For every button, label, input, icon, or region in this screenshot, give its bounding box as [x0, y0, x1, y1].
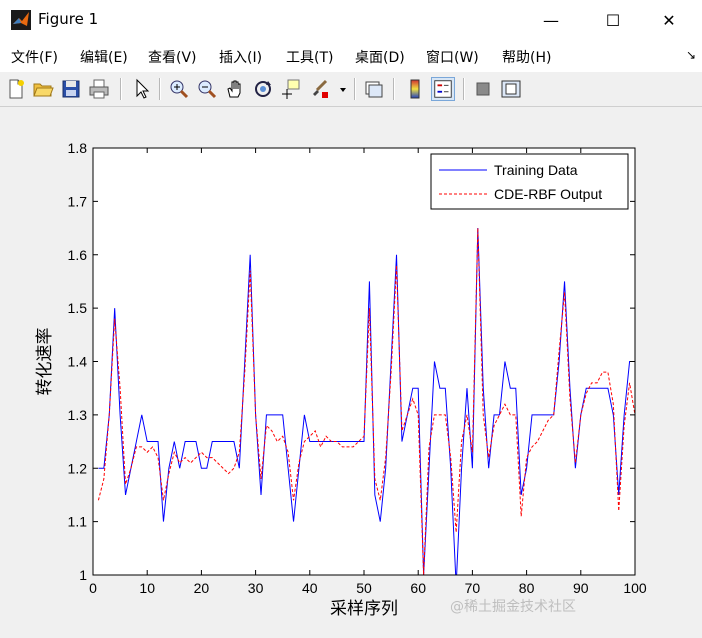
figure-canvas[interactable]: 0 10 20 30 40 50 60 70 80 90 100 1 1.1 1.2 1.3 1.4 1.5 1.… — [0, 107, 702, 634]
hide-plot-tools-icon[interactable] — [471, 77, 495, 101]
menu-bar: 文件(F) 编辑(E) 查看(V) 插入(I) 工具(T) 桌面(D) 窗口(W… — [0, 40, 702, 73]
menu-insert[interactable]: 插入(I) — [219, 47, 262, 67]
y-tick-label: 1.1 — [68, 514, 88, 530]
menu-desktop[interactable]: 桌面(D) — [355, 47, 405, 67]
brush-dropdown-icon[interactable] — [338, 85, 348, 95]
x-tick-label: 70 — [465, 580, 481, 596]
close-button[interactable]: ✕ — [646, 0, 692, 40]
save-icon[interactable] — [59, 77, 83, 101]
y-tick-label: 1.5 — [68, 300, 88, 316]
y-tick-label: 1.4 — [68, 354, 88, 370]
y-tick-label: 1.6 — [68, 247, 88, 263]
toolbar-separator — [120, 78, 122, 100]
y-tick-label: 1.3 — [68, 407, 88, 423]
axes-background[interactable] — [93, 148, 635, 575]
toolbar-separator — [393, 78, 395, 100]
menu-overflow-icon[interactable]: ↘ — [686, 48, 696, 62]
brush-icon[interactable] — [308, 77, 332, 101]
x-tick-label: 50 — [356, 580, 372, 596]
y-tick-label: 1.7 — [68, 193, 88, 209]
menu-help[interactable]: 帮助(H) — [502, 47, 551, 67]
menu-file[interactable]: 文件(F) — [11, 47, 58, 67]
toolbar-separator — [463, 78, 465, 100]
x-tick-label: 100 — [623, 580, 647, 596]
print-icon[interactable] — [87, 77, 111, 101]
pan-hand-icon[interactable] — [223, 77, 247, 101]
y-tick-label: 1.2 — [68, 460, 88, 476]
menu-window[interactable]: 窗口(W) — [426, 47, 479, 67]
line-chart: 0 10 20 30 40 50 60 70 80 90 100 1 1.1 1.2 1.3 1.4 1.5 1.… — [35, 140, 647, 618]
window-title: Figure 1 — [38, 10, 99, 28]
legend-icon[interactable] — [431, 77, 455, 101]
x-tick-label: 10 — [139, 580, 155, 596]
legend-label-training-data: Training Data — [494, 162, 578, 178]
title-bar: Figure 1 — ☐ ✕ — [0, 0, 702, 40]
zoom-out-icon[interactable] — [195, 77, 219, 101]
x-tick-label: 60 — [410, 580, 426, 596]
menu-edit[interactable]: 编辑(E) — [80, 47, 128, 67]
y-tick-label: 1 — [79, 567, 87, 583]
link-plot-icon[interactable] — [362, 77, 386, 101]
pointer-icon[interactable] — [129, 77, 153, 101]
x-tick-label: 0 — [89, 580, 97, 596]
x-axis-label: 采样序列 — [330, 599, 398, 618]
x-tick-label: 80 — [519, 580, 535, 596]
x-tick-label: 20 — [194, 580, 210, 596]
toolbar-separator — [354, 78, 356, 100]
figure-toolbar — [0, 72, 702, 107]
show-plot-tools-icon[interactable] — [499, 77, 523, 101]
maximize-button[interactable]: ☐ — [590, 0, 636, 40]
y-tick-label: 1.8 — [68, 140, 88, 156]
zoom-in-icon[interactable] — [167, 77, 191, 101]
x-tick-label: 40 — [302, 580, 318, 596]
menu-view[interactable]: 查看(V) — [148, 47, 197, 67]
matlab-logo-icon — [11, 10, 31, 30]
rotate-3d-icon[interactable] — [251, 77, 275, 101]
x-tick-label: 90 — [573, 580, 589, 596]
toolbar-separator — [159, 78, 161, 100]
data-cursor-icon[interactable] — [279, 77, 303, 101]
menu-tools[interactable]: 工具(T) — [286, 47, 333, 67]
minimize-button[interactable]: — — [528, 0, 574, 40]
colorbar-icon[interactable] — [403, 77, 427, 101]
open-folder-icon[interactable] — [31, 77, 55, 101]
new-file-icon[interactable] — [4, 77, 28, 101]
x-tick-label: 30 — [248, 580, 264, 596]
legend-label-cde-rbf-output: CDE-RBF Output — [494, 186, 602, 202]
watermark: @稀土掘金技术社区 — [450, 599, 576, 615]
y-axis-label: 转化速率 — [35, 328, 54, 396]
